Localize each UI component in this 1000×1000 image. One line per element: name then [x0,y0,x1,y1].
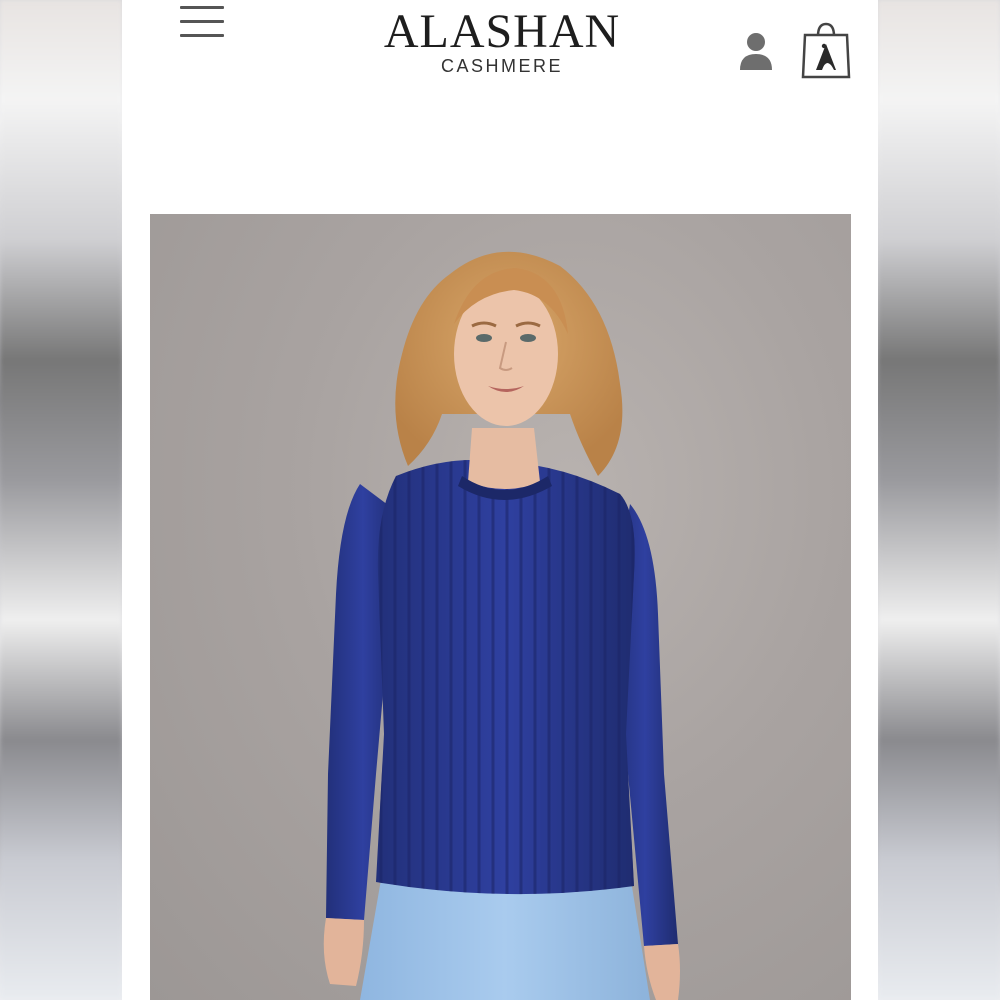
brand-logo[interactable]: ALASHAN CASHMERE [362,5,642,76]
brand-name: ALASHAN [383,5,621,58]
user-icon[interactable] [738,30,774,72]
right-eye [520,334,536,342]
left-hand [323,918,364,986]
brand-subtitle: CASHMERE [440,56,563,76]
model-photo [323,251,680,1000]
blurred-margin-left [0,0,122,1000]
neck [468,428,540,489]
product-hero-image[interactable] [150,214,851,1000]
sweater-rib-texture [376,459,635,895]
mobile-page: ALASHAN CASHMERE [122,0,878,1000]
site-header: ALASHAN CASHMERE [122,0,878,110]
hamburger-menu-icon[interactable] [178,4,226,40]
blurred-margin-right [878,0,1000,1000]
shopping-bag-icon[interactable] [800,20,852,80]
left-eye [476,334,492,342]
right-hand [644,944,680,1000]
